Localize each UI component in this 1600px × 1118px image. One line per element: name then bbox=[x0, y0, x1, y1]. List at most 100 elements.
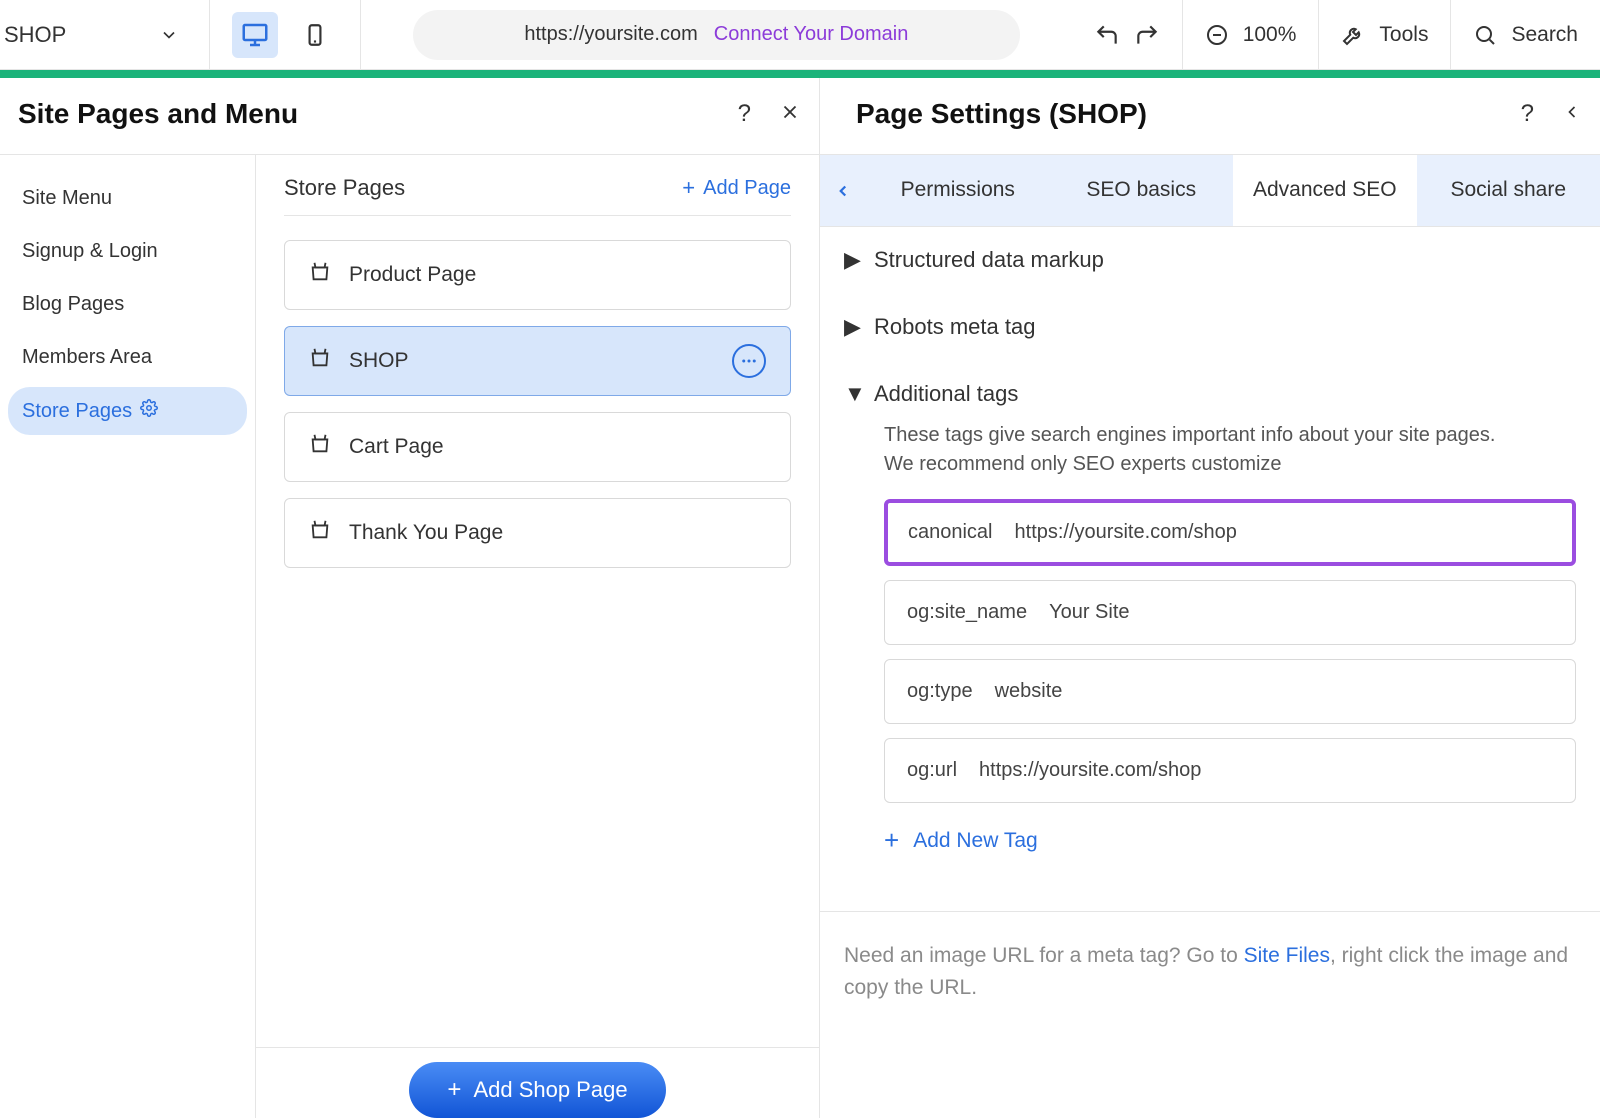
sidebar-item-label: Signup & Login bbox=[22, 240, 158, 263]
sidebar-item-label: Site Menu bbox=[22, 187, 112, 210]
sidebar-item-label: Members Area bbox=[22, 346, 152, 369]
mobile-icon bbox=[302, 22, 328, 48]
site-url: https://yoursite.com bbox=[524, 23, 697, 46]
page-item-shop[interactable]: SHOP bbox=[284, 326, 791, 396]
tab-social-share[interactable]: Social share bbox=[1417, 155, 1600, 226]
tab-advanced-seo[interactable]: Advanced SEO bbox=[1233, 155, 1417, 226]
additional-tags-description: These tags give search engines important… bbox=[884, 421, 1524, 479]
chevron-down-icon bbox=[159, 25, 179, 45]
collapse-icon[interactable] bbox=[1562, 102, 1582, 127]
tag-key: og:site_name bbox=[907, 601, 1027, 624]
accordion-additional-tags-toggle[interactable]: ▼ Additional tags bbox=[844, 381, 1576, 407]
right-panel-footer: Need an image URL for a meta tag? Go to … bbox=[820, 911, 1600, 1003]
tag-key: og:type bbox=[907, 680, 973, 703]
accordion-title: Structured data markup bbox=[874, 247, 1104, 273]
add-page-label: Add Page bbox=[703, 177, 791, 200]
desktop-icon bbox=[240, 20, 270, 50]
sidebar-item-blog-pages[interactable]: Blog Pages bbox=[8, 281, 247, 328]
tools-label: Tools bbox=[1379, 23, 1428, 47]
zoom-value: 100% bbox=[1243, 23, 1297, 47]
accordion-structured-data[interactable]: ▶ Structured data markup bbox=[820, 227, 1600, 294]
add-page-button[interactable]: + Add Page bbox=[682, 175, 791, 201]
plus-icon: + bbox=[447, 1076, 461, 1104]
page-item-label: Cart Page bbox=[349, 435, 444, 459]
help-icon[interactable]: ? bbox=[738, 100, 751, 128]
page-item-product[interactable]: Product Page bbox=[284, 240, 791, 310]
sidebar-item-label: Blog Pages bbox=[22, 293, 124, 316]
accordion-additional-tags: ▼ Additional tags These tags give search… bbox=[820, 361, 1600, 877]
tag-row-og-url[interactable]: og:url https://yoursite.com/shop bbox=[884, 738, 1576, 803]
page-item-cart[interactable]: Cart Page bbox=[284, 412, 791, 482]
pages-footer: + Add Shop Page bbox=[256, 1047, 819, 1118]
left-panel-title: Site Pages and Menu bbox=[18, 98, 298, 130]
pages-header-title: Store Pages bbox=[284, 175, 405, 201]
plus-icon: + bbox=[884, 825, 899, 856]
tab-label: Social share bbox=[1450, 178, 1566, 202]
add-shop-label: Add Shop Page bbox=[473, 1077, 627, 1103]
tag-row-canonical[interactable]: canonical https://yoursite.com/shop bbox=[884, 499, 1576, 566]
site-name: SHOP bbox=[4, 22, 66, 48]
url-bar[interactable]: https://yoursite.com Connect Your Domain bbox=[413, 10, 1020, 60]
bag-icon bbox=[309, 347, 331, 375]
settings-body: ▶ Structured data markup ▶ Robots meta t… bbox=[820, 227, 1600, 1118]
page-item-thankyou[interactable]: Thank You Page bbox=[284, 498, 791, 568]
bag-icon bbox=[309, 261, 331, 289]
add-new-tag-button[interactable]: + Add New Tag bbox=[884, 825, 1576, 856]
mobile-device-button[interactable] bbox=[292, 12, 338, 58]
page-item-label: Product Page bbox=[349, 263, 476, 287]
bag-icon bbox=[309, 519, 331, 547]
tools-menu[interactable]: Tools bbox=[1319, 0, 1451, 69]
pages-column: Store Pages + Add Page Product Page bbox=[255, 155, 819, 1118]
tag-row-og-site-name[interactable]: og:site_name Your Site bbox=[884, 580, 1576, 645]
tag-key: canonical bbox=[908, 521, 993, 544]
tab-seo-basics[interactable]: SEO basics bbox=[1050, 155, 1234, 226]
site-files-link[interactable]: Site Files bbox=[1244, 944, 1330, 967]
tag-row-og-type[interactable]: og:type website bbox=[884, 659, 1576, 724]
accent-bar bbox=[0, 70, 1600, 78]
desktop-device-button[interactable] bbox=[232, 12, 278, 58]
tab-permissions[interactable]: Permissions bbox=[866, 155, 1050, 226]
url-cell: https://yoursite.com Connect Your Domain bbox=[361, 0, 1072, 69]
right-panel-header: Page Settings (SHOP) ? bbox=[820, 78, 1600, 155]
tag-value: https://yoursite.com/shop bbox=[1015, 521, 1237, 544]
wrench-icon bbox=[1341, 23, 1365, 47]
tab-label: Permissions bbox=[901, 178, 1015, 202]
sidebar-item-store-pages[interactable]: Store Pages bbox=[8, 387, 247, 435]
accordion-title: Additional tags bbox=[874, 381, 1018, 407]
sidebar-item-label: Store Pages bbox=[22, 400, 132, 423]
tag-value: https://yoursite.com/shop bbox=[979, 759, 1201, 782]
tab-label: Advanced SEO bbox=[1253, 178, 1397, 202]
accordion-title: Robots meta tag bbox=[874, 314, 1035, 340]
tabs-scroll-left[interactable] bbox=[820, 155, 866, 226]
accordion-robots[interactable]: ▶ Robots meta tag bbox=[820, 294, 1600, 361]
site-selector[interactable]: SHOP bbox=[0, 0, 210, 69]
page-item-label: Thank You Page bbox=[349, 521, 503, 545]
undo-redo bbox=[1072, 0, 1183, 69]
add-shop-page-button[interactable]: + Add Shop Page bbox=[409, 1062, 665, 1118]
footer-text-prefix: Need an image URL for a meta tag? Go to bbox=[844, 944, 1244, 967]
help-icon[interactable]: ? bbox=[1521, 100, 1534, 128]
close-icon[interactable] bbox=[779, 101, 801, 128]
zoom-out-icon bbox=[1205, 23, 1229, 47]
tag-value: website bbox=[995, 680, 1063, 703]
page-item-more-button[interactable] bbox=[732, 344, 766, 378]
left-panel-header: Site Pages and Menu ? bbox=[0, 78, 819, 155]
search-icon bbox=[1473, 23, 1497, 47]
undo-icon[interactable] bbox=[1094, 22, 1120, 48]
search-menu[interactable]: Search bbox=[1451, 0, 1600, 69]
right-panel-title: Page Settings (SHOP) bbox=[856, 98, 1147, 130]
redo-icon[interactable] bbox=[1134, 22, 1160, 48]
gear-icon bbox=[140, 399, 158, 423]
settings-tabs: Permissions SEO basics Advanced SEO Soci… bbox=[820, 155, 1600, 227]
bag-icon bbox=[309, 433, 331, 461]
zoom-control[interactable]: 100% bbox=[1183, 0, 1320, 69]
page-list: Product Page SHOP bbox=[284, 240, 791, 568]
topbar: SHOP https://yoursite.com Connect Your D… bbox=[0, 0, 1600, 70]
connect-domain-link[interactable]: Connect Your Domain bbox=[714, 23, 909, 46]
sidebar-item-site-menu[interactable]: Site Menu bbox=[8, 175, 247, 222]
sidebar-item-members-area[interactable]: Members Area bbox=[8, 334, 247, 381]
sidebar-item-signup-login[interactable]: Signup & Login bbox=[8, 228, 247, 275]
triangle-down-icon: ▼ bbox=[844, 381, 858, 407]
tag-key: og:url bbox=[907, 759, 957, 782]
page-item-label: SHOP bbox=[349, 349, 409, 373]
